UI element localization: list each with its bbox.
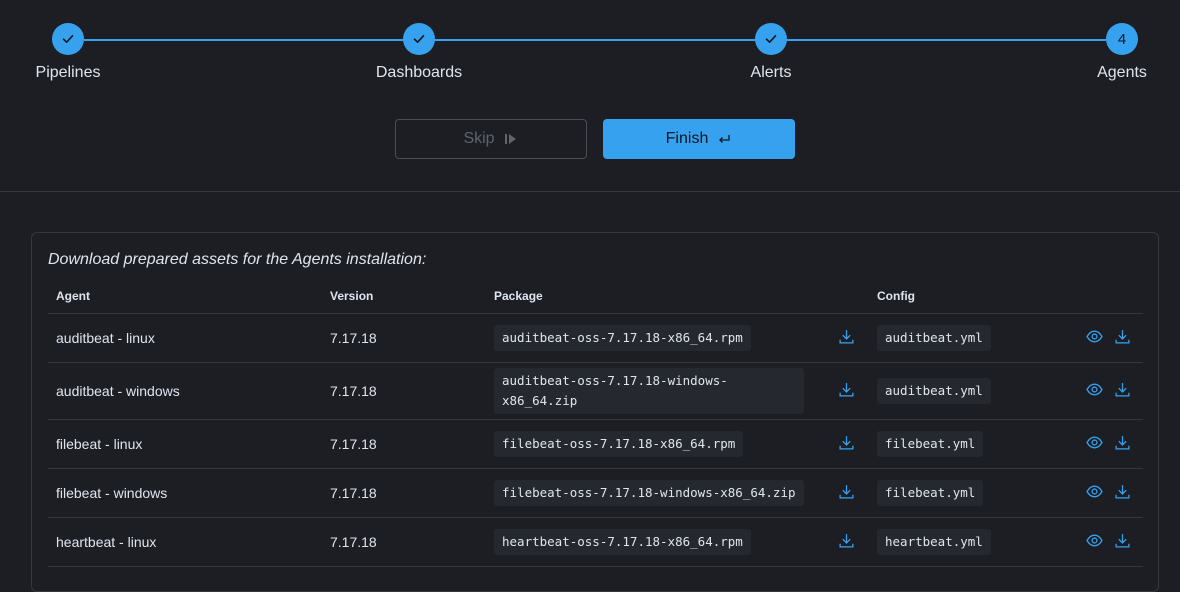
config-filename: filebeat.yml bbox=[877, 480, 984, 506]
stepper: Pipelines Dashboards Alerts 4 Agents Ski… bbox=[0, 0, 1180, 192]
agent-name: heartbeat - linux bbox=[48, 517, 322, 567]
download-package-icon[interactable] bbox=[838, 434, 856, 452]
step-pipelines-complete[interactable] bbox=[52, 23, 84, 55]
step-label-agents[interactable]: Agents bbox=[1097, 64, 1147, 82]
check-icon bbox=[413, 35, 425, 43]
agent-name: auditbeat - linux bbox=[48, 313, 322, 363]
config-filename: auditbeat.yml bbox=[877, 325, 991, 351]
step-label-alerts[interactable]: Alerts bbox=[751, 64, 792, 82]
config-filename: auditbeat.yml bbox=[877, 378, 991, 404]
table-header-row: Agent Version Package Config bbox=[48, 279, 1143, 314]
download-package-icon[interactable] bbox=[838, 328, 856, 346]
download-package-icon[interactable] bbox=[838, 483, 856, 501]
download-config-icon[interactable] bbox=[1113, 483, 1131, 501]
download-package-icon[interactable] bbox=[838, 381, 856, 399]
skip-button[interactable]: Skip bbox=[395, 119, 587, 159]
column-header-package-actions bbox=[816, 279, 869, 314]
agent-version: 7.17.18 bbox=[322, 419, 486, 469]
download-package-icon[interactable] bbox=[838, 532, 856, 550]
check-icon bbox=[62, 35, 74, 43]
config-filename: heartbeat.yml bbox=[877, 529, 991, 555]
column-header-agent: Agent bbox=[48, 279, 322, 314]
assets-table: Agent Version Package Config auditbeat -… bbox=[48, 279, 1143, 567]
view-config-eye-icon[interactable] bbox=[1085, 483, 1103, 501]
download-config-icon[interactable] bbox=[1113, 434, 1131, 452]
table-row: heartbeat - linux 7.17.18 heartbeat-oss-… bbox=[48, 517, 1143, 567]
agent-name: auditbeat - windows bbox=[48, 362, 322, 420]
step-agents-current[interactable]: 4 bbox=[1106, 23, 1138, 55]
column-header-config: Config bbox=[869, 279, 1069, 314]
agent-version: 7.17.18 bbox=[322, 517, 486, 567]
package-filename: auditbeat-oss-7.17.18-x86_64.rpm bbox=[494, 325, 751, 351]
package-filename: filebeat-oss-7.17.18-x86_64.rpm bbox=[494, 431, 744, 457]
step-dashboards-complete[interactable] bbox=[403, 23, 435, 55]
agent-version: 7.17.18 bbox=[322, 362, 486, 420]
step-number: 4 bbox=[1117, 30, 1127, 48]
finish-button-label: Finish bbox=[665, 130, 709, 147]
check-icon bbox=[765, 35, 777, 43]
config-filename: filebeat.yml bbox=[877, 431, 984, 457]
agent-version: 7.17.18 bbox=[322, 468, 486, 518]
download-config-icon[interactable] bbox=[1113, 328, 1131, 346]
skip-button-label: Skip bbox=[463, 130, 495, 147]
view-config-eye-icon[interactable] bbox=[1085, 328, 1103, 346]
agent-version: 7.17.18 bbox=[322, 313, 486, 363]
skip-forward-icon bbox=[504, 134, 516, 144]
view-config-eye-icon[interactable] bbox=[1085, 434, 1103, 452]
agent-name: filebeat - windows bbox=[48, 468, 322, 518]
table-row: filebeat - windows 7.17.18 filebeat-oss-… bbox=[48, 468, 1143, 518]
panel-title: Download prepared assets for the Agents … bbox=[48, 251, 427, 268]
package-filename: heartbeat-oss-7.17.18-x86_64.rpm bbox=[494, 529, 751, 555]
enter-return-icon bbox=[719, 135, 730, 143]
step-label-dashboards[interactable]: Dashboards bbox=[376, 64, 462, 82]
stepper-progress-line bbox=[84, 39, 1106, 41]
table-row: auditbeat - windows 7.17.18 auditbeat-os… bbox=[48, 362, 1143, 420]
column-header-version: Version bbox=[322, 279, 486, 314]
package-filename: filebeat-oss-7.17.18-windows-x86_64.zip bbox=[494, 480, 804, 506]
column-header-config-actions bbox=[1069, 279, 1143, 314]
agent-name: filebeat - linux bbox=[48, 419, 322, 469]
view-config-eye-icon[interactable] bbox=[1085, 381, 1103, 399]
step-alerts-complete[interactable] bbox=[755, 23, 787, 55]
column-header-package: Package bbox=[486, 279, 816, 314]
section-divider bbox=[0, 191, 1180, 192]
download-config-icon[interactable] bbox=[1113, 381, 1131, 399]
table-row: filebeat - linux 7.17.18 filebeat-oss-7.… bbox=[48, 419, 1143, 469]
table-row: auditbeat - linux 7.17.18 auditbeat-oss-… bbox=[48, 313, 1143, 363]
download-config-icon[interactable] bbox=[1113, 532, 1131, 550]
view-config-eye-icon[interactable] bbox=[1085, 532, 1103, 550]
assets-panel: Download prepared assets for the Agents … bbox=[31, 232, 1159, 592]
finish-button[interactable]: Finish bbox=[603, 119, 795, 159]
package-filename: auditbeat-oss-7.17.18-windows-x86_64.zip bbox=[494, 368, 804, 414]
step-label-pipelines[interactable]: Pipelines bbox=[36, 64, 101, 82]
